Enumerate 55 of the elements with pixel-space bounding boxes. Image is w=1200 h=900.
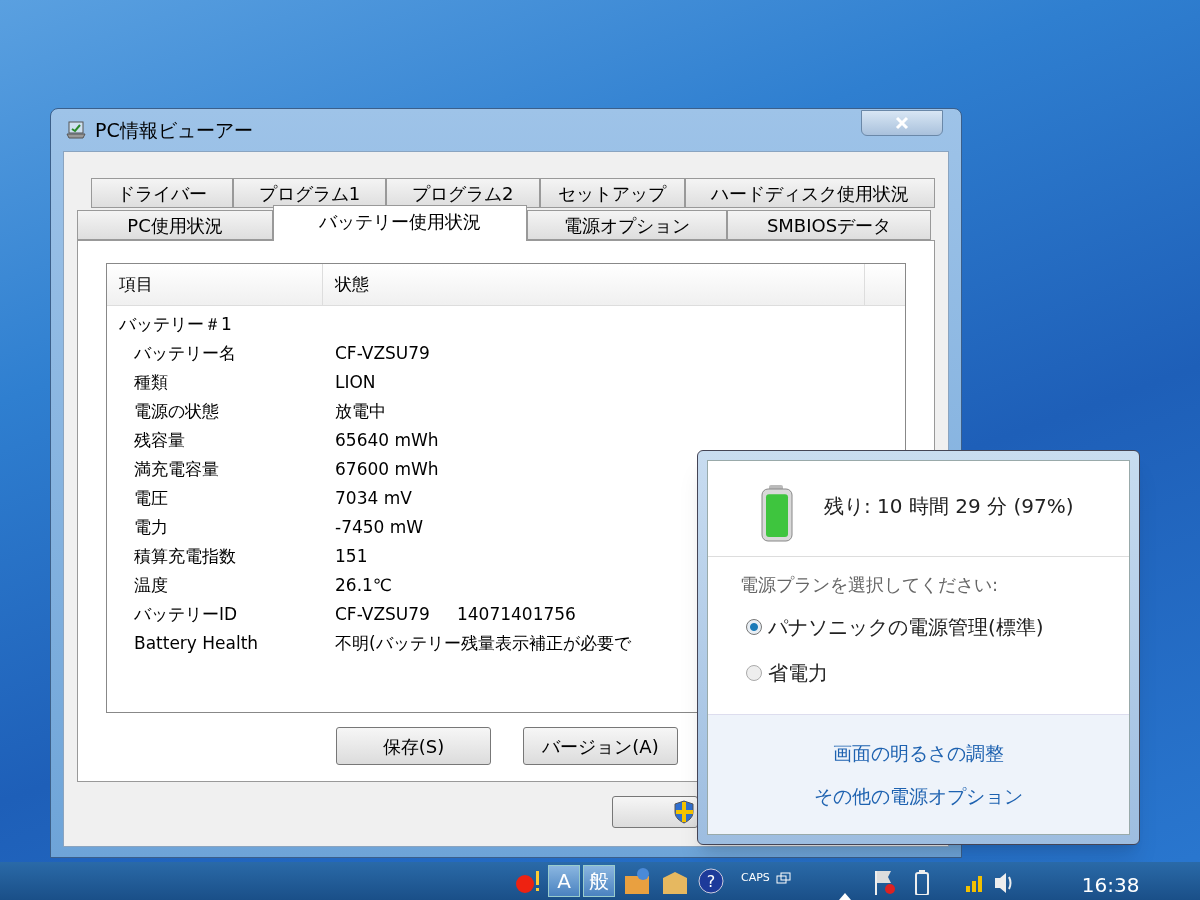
link[interactable]: 画面の明るさの調整 — [833, 739, 1004, 768]
help-icon[interactable]: ? — [697, 867, 725, 895]
table-cell-text: 残容量 — [133, 428, 186, 452]
laptop-icon — [65, 119, 87, 141]
radio-button[interactable] — [746, 619, 762, 635]
power-plan-prompt: 電源プランを選択してください: — [740, 573, 1000, 597]
battery-remaining-text: 残り: 10 時間 29 分 (97%) — [824, 493, 1074, 520]
radio-button[interactable] — [746, 665, 762, 681]
clock[interactable]: 16:38 — [1081, 870, 1140, 900]
shield-button[interactable] — [612, 796, 698, 828]
shield-icon — [673, 800, 695, 824]
table-cell-text: 放電中 — [334, 399, 386, 423]
caps-lock-indicator: CAPS — [741, 870, 770, 886]
windows-icon — [775, 872, 792, 884]
tab[interactable]: PC使用状況 — [77, 210, 273, 240]
table-cell-text: 温度 — [133, 573, 169, 597]
close-button[interactable] — [861, 110, 943, 136]
tab[interactable]: プログラム1 — [232, 178, 387, 208]
table-cell-text: CF-VZSU79 14071401756 — [334, 602, 576, 626]
table-cell-text: バッテリー名 — [133, 341, 237, 365]
table-cell-text: 積算充電指数 — [133, 544, 237, 568]
tab[interactable]: SMBIOSデータ — [727, 210, 931, 240]
tab[interactable]: バッテリー使用状況 — [273, 205, 527, 241]
column-header[interactable]: 項目 — [107, 264, 323, 305]
table-cell-text: Battery Health — [133, 631, 260, 655]
table-cell-text: 151 — [334, 544, 368, 568]
link[interactable]: その他の電源オプション — [814, 781, 1023, 810]
table-cell-text: CF-VZSU79 — [334, 341, 430, 365]
table-cell-text: 電源の状態 — [133, 399, 220, 423]
alert-icon[interactable] — [514, 868, 542, 894]
tab[interactable]: 電源オプション — [527, 210, 727, 240]
table-cell-text: 26.1℃ — [334, 573, 392, 597]
tab[interactable]: セットアップ — [539, 178, 686, 208]
tab[interactable]: ドライバー — [91, 178, 233, 208]
table-cell-text: 不明(バッテリー残量表示補正が必要で — [334, 631, 631, 655]
power-plan-label[interactable]: パナソニックの電源管理(標準) — [768, 612, 1044, 642]
table-cell-text: バッテリーID — [133, 602, 239, 626]
window-title: PC情報ビューアー — [95, 117, 253, 143]
table-cell-text: 7034 mV — [334, 486, 412, 510]
tab[interactable]: ハードディスク使用状況 — [685, 178, 935, 208]
tab[interactable]: プログラム2 — [386, 178, 540, 208]
group-label[interactable]: バッテリー＃1 — [107, 310, 905, 339]
table-cell-text: 電圧 — [133, 486, 169, 510]
table-cell-text: -7450 mW — [334, 515, 424, 539]
close-icon — [895, 116, 909, 130]
table-cell-text: 種類 — [133, 370, 169, 394]
power-plan-label[interactable]: 省電力 — [768, 658, 828, 688]
table-cell-text: LION — [334, 370, 376, 394]
dialog-button[interactable]: バージョン(A) — [523, 727, 678, 765]
table-cell-text: 67600 mWh — [334, 457, 439, 481]
column-header[interactable]: 状態 — [323, 264, 865, 305]
table-cell-text: 65640 mWh — [334, 428, 439, 452]
dialog-button[interactable]: 保存(S) — [336, 727, 491, 765]
table-cell-text: 電力 — [133, 515, 169, 539]
table-cell-text: 満充電容量 — [133, 457, 220, 481]
